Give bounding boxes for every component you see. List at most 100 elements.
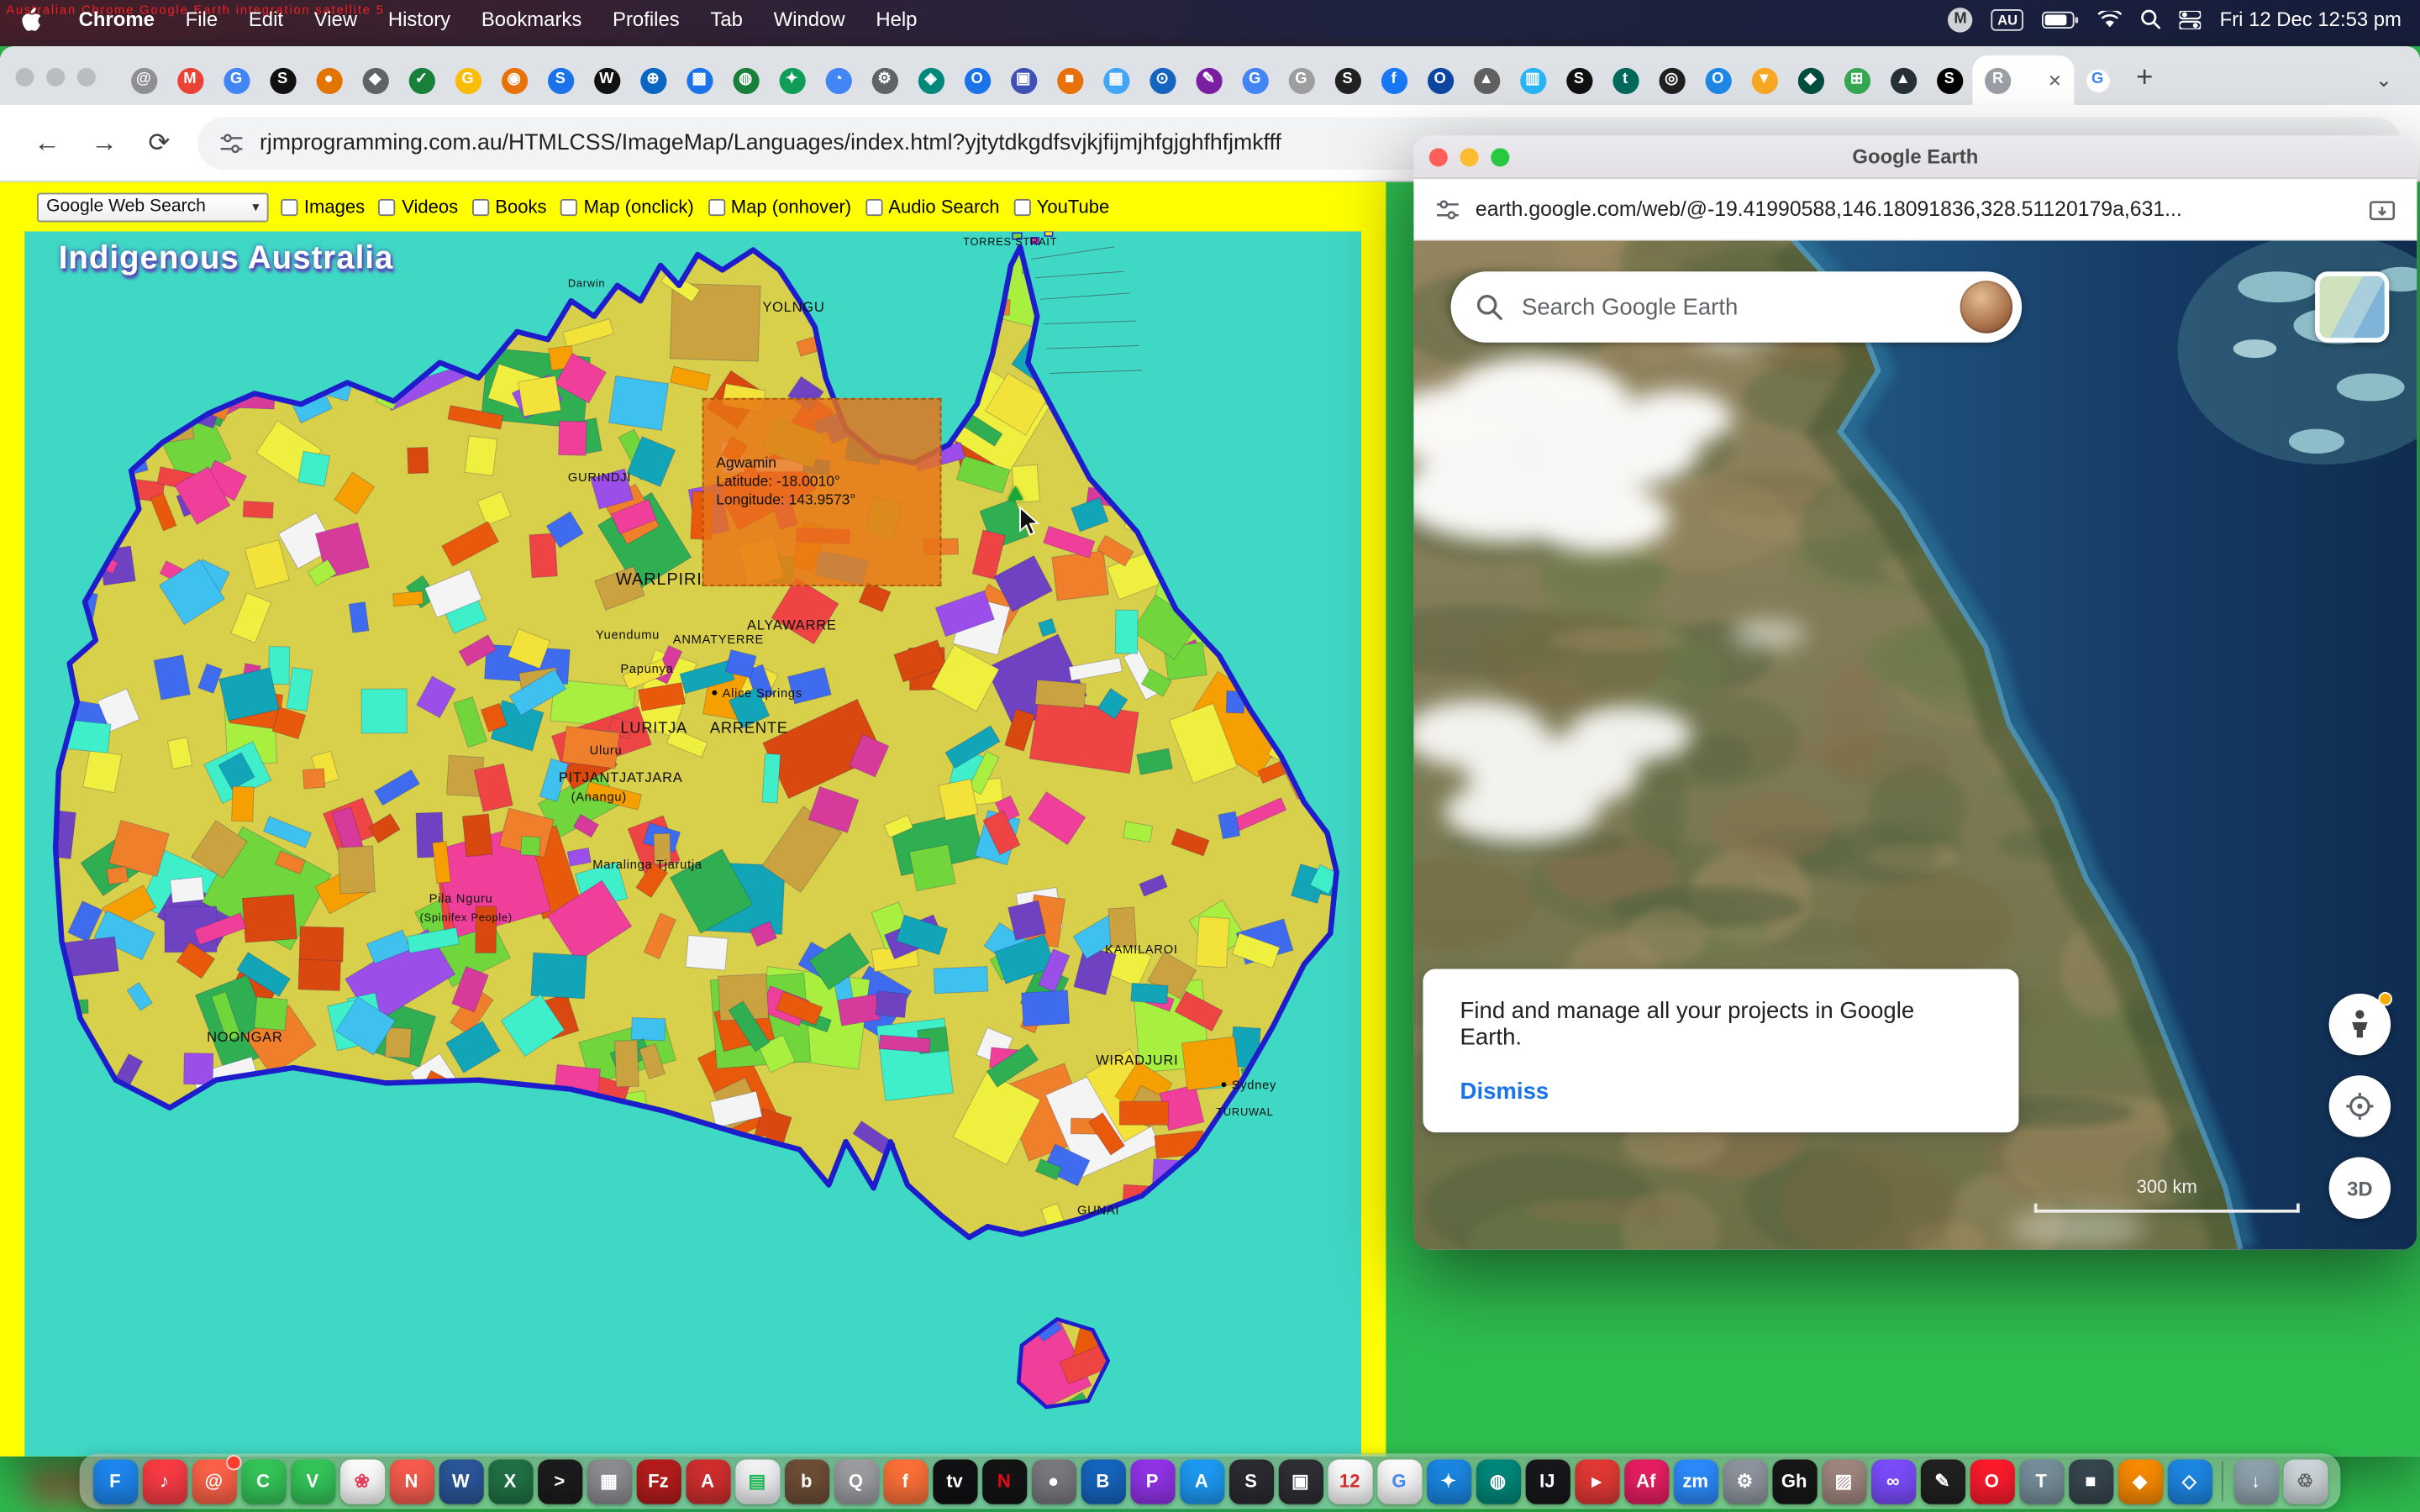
checkbox-youtube[interactable]: YouTube (1013, 196, 1109, 218)
dock-icon-dark-app[interactable]: ■ (2068, 1459, 2112, 1504)
pinned-tab[interactable]: ■ (1046, 59, 1092, 102)
dock-icon-intellij[interactable]: IJ (1525, 1459, 1570, 1504)
pinned-tab[interactable]: ◆ (1787, 59, 1833, 102)
dock-icon-numbers[interactable]: ▤ (734, 1459, 779, 1504)
checkbox-videos[interactable]: Videos (379, 196, 459, 218)
checkbox-box[interactable] (560, 198, 577, 215)
dock-icon-design-app[interactable]: Af (1623, 1459, 1668, 1504)
pinned-tab[interactable]: ◆ (352, 59, 398, 102)
pinned-tab[interactable]: S (1324, 59, 1370, 102)
pinned-tab[interactable]: ▩ (676, 59, 722, 102)
dock-icon-excel[interactable]: X (487, 1459, 532, 1504)
menu-item-bookmarks[interactable]: Bookmarks (466, 8, 597, 31)
dock-icon-filezilla[interactable]: Fz (636, 1459, 681, 1504)
dock-icon-safari[interactable]: ✦ (1426, 1459, 1470, 1504)
dock-icon-photos[interactable]: ❀ (339, 1459, 384, 1504)
dock-icon-slack[interactable]: S (1228, 1459, 1273, 1504)
pinned-tab[interactable]: G (445, 59, 491, 102)
checkbox-audio-search[interactable]: Audio Search (865, 196, 1000, 218)
dock-icon-red-app[interactable]: ▸ (1574, 1459, 1618, 1504)
pinned-tab[interactable]: ◍ (723, 59, 769, 102)
minimap-button[interactable] (2315, 271, 2389, 342)
pinned-tab[interactable]: ▲ (1880, 59, 1926, 102)
search-type-select[interactable]: Google Web Search ▾ (37, 192, 269, 222)
pinned-tab[interactable]: S (1926, 59, 1972, 102)
dock-icon-netflix[interactable]: N (981, 1459, 1026, 1504)
pinned-tab[interactable]: G (1278, 59, 1324, 102)
dock-icon-downloads[interactable]: ↓ (2233, 1459, 2278, 1504)
dock-icon-textedit[interactable]: A (686, 1459, 730, 1504)
pinned-tab[interactable]: ▥ (1509, 59, 1555, 102)
checkbox-map-onclick-[interactable]: Map (onclick) (560, 196, 694, 218)
checkbox-box[interactable] (472, 198, 489, 215)
pinned-tab[interactable]: O (1417, 59, 1463, 102)
pinned-tab[interactable]: O (954, 59, 1000, 102)
dock-icon-orange-app[interactable]: ◆ (2118, 1459, 2162, 1504)
menu-item-chrome[interactable]: Chrome (63, 8, 170, 31)
pinned-tab[interactable]: ▲ (1463, 59, 1509, 102)
pinned-tab[interactable]: O (1695, 59, 1741, 102)
install-app-icon[interactable] (2369, 197, 2395, 221)
compass-button[interactable] (2329, 1075, 2391, 1137)
dock-icon-github[interactable]: Gh (1772, 1459, 1817, 1504)
pinned-tab[interactable]: ✓ (398, 59, 445, 102)
3d-button[interactable]: 3D (2329, 1158, 2391, 1219)
pinned-tab[interactable]: ⊙ (1139, 59, 1186, 102)
pinned-tab-google[interactable]: G (2075, 59, 2121, 102)
dock-icon-facetime[interactable]: V (290, 1459, 334, 1504)
pinned-tab[interactable]: ◈ (908, 59, 954, 102)
dock-icon-blue-app[interactable]: ◇ (2167, 1459, 2212, 1504)
dock-icon-tan-app[interactable]: ▨ (1821, 1459, 1865, 1504)
dock-icon-zoom[interactable]: zm (1673, 1459, 1718, 1504)
checkbox-box[interactable] (379, 198, 396, 215)
menu-item-view[interactable]: View (298, 8, 372, 31)
checkbox-map-onhover-[interactable]: Map (onhover) (708, 196, 851, 218)
control-center-icon[interactable] (2180, 10, 2202, 29)
dock-icon-chrome[interactable]: G (1376, 1459, 1421, 1504)
pinned-tab[interactable]: t (1602, 59, 1649, 102)
new-tab-button[interactable]: + (2121, 61, 2169, 95)
dismiss-link[interactable]: Dismiss (1460, 1079, 1549, 1105)
dock-icon-teal-app[interactable]: ◍ (1476, 1459, 1520, 1504)
dock-icon-word[interactable]: W (439, 1459, 483, 1504)
dock-icon-utility[interactable]: ▦ (587, 1459, 631, 1504)
site-settings-icon[interactable] (1435, 197, 1460, 221)
pinned-tab[interactable]: ⚙ (861, 59, 908, 102)
earth-view[interactable]: Search Google Earth Find and manage all … (1413, 241, 2417, 1250)
earth-search-bar[interactable]: Search Google Earth (1451, 271, 2023, 342)
checkbox-box[interactable] (281, 198, 297, 215)
dock-icon-coffee[interactable]: b (784, 1459, 829, 1504)
earth-url-text[interactable]: earth.google.com/web/@-19.41990588,146.1… (1476, 197, 2354, 221)
dock-icon-tool-app[interactable]: T (2018, 1459, 2063, 1504)
checkbox-box[interactable] (865, 198, 882, 215)
dock-icon-purple-app[interactable]: ∞ (1870, 1459, 1915, 1504)
pinned-tab[interactable]: W (583, 59, 629, 102)
dock-icon-firefox[interactable]: f (883, 1459, 928, 1504)
pinned-tab[interactable]: ⊕ (629, 59, 676, 102)
pinned-tab[interactable]: ● (306, 59, 352, 102)
dock-icon-music[interactable]: ♪ (142, 1459, 187, 1504)
dock-icon-calendar[interactable]: 12 (1328, 1459, 1372, 1504)
earth-window-controls[interactable] (1429, 148, 1510, 166)
dock-icon-iterm[interactable]: ▣ (1278, 1459, 1323, 1504)
menu-item-window[interactable]: Window (758, 8, 860, 31)
checkbox-books[interactable]: Books (472, 196, 547, 218)
menu-extra-icon[interactable]: M (1948, 7, 1972, 31)
window-controls[interactable] (15, 68, 96, 87)
pinned-tab[interactable]: @ (120, 59, 166, 102)
dock-icon-messages[interactable]: C (241, 1459, 286, 1504)
apple-menu[interactable] (22, 8, 42, 31)
dock-icon-news[interactable]: N (389, 1459, 434, 1504)
pinned-tab[interactable]: ▼ (1741, 59, 1787, 102)
dock-icon-draw-app[interactable]: ✎ (1920, 1459, 1965, 1504)
wifi-icon[interactable] (2098, 10, 2123, 29)
menu-item-tab[interactable]: Tab (695, 8, 758, 31)
active-tab[interactable]: R ✕ (1972, 55, 2074, 105)
pinned-tab[interactable]: f (1370, 59, 1417, 102)
pegman-button[interactable] (2329, 994, 2391, 1055)
pinned-tab[interactable]: ✦ (769, 59, 815, 102)
checkbox-box[interactable] (708, 198, 724, 215)
dock-icon-bear[interactable]: B (1081, 1459, 1125, 1504)
australia-map[interactable]: TORRES STRAITDarwinYOLNGUGURINDJIWARLPIR… (24, 232, 1361, 1457)
dock-icon-trash[interactable]: ♲ (2283, 1459, 2328, 1504)
